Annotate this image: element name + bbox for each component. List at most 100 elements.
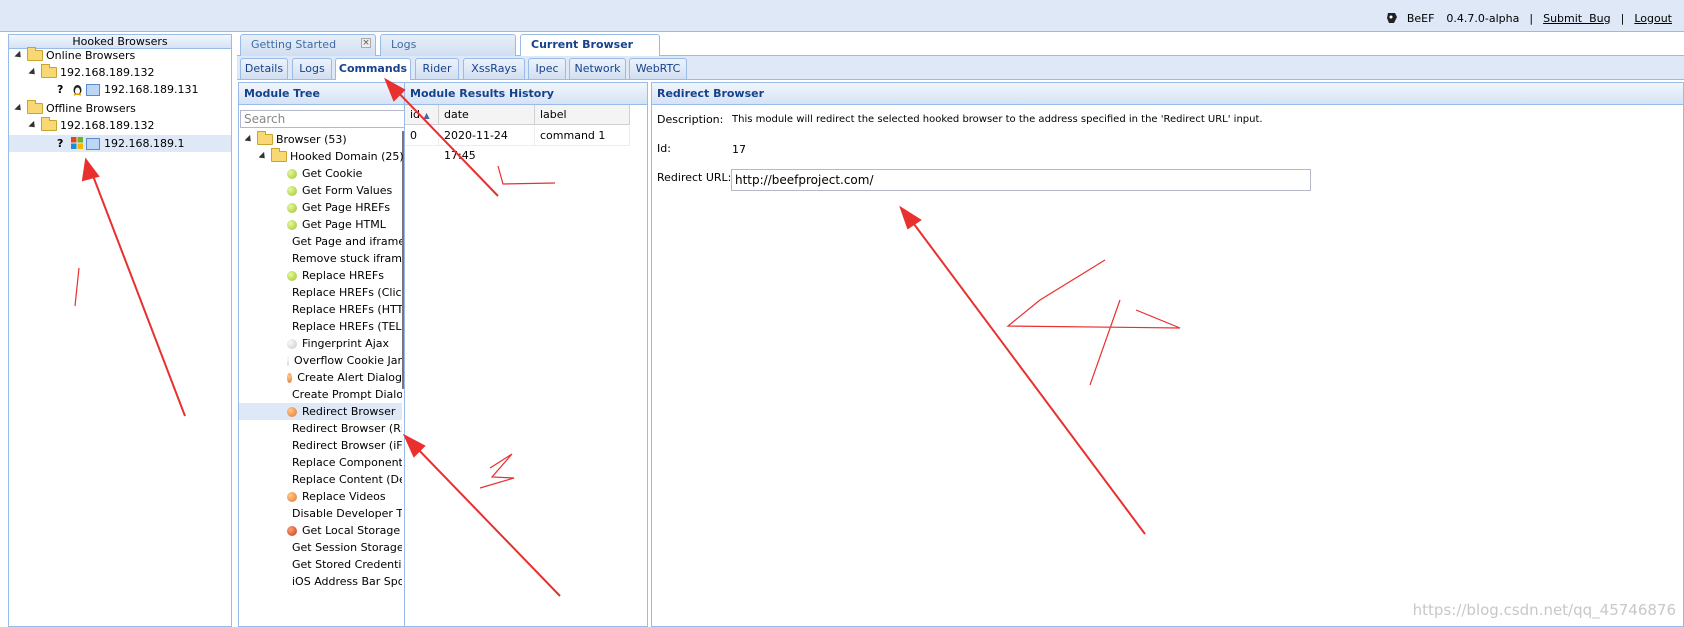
cell-label: command 1 <box>535 126 630 146</box>
status-dot-icon <box>287 491 297 502</box>
module-label: Replace Videos <box>302 490 386 503</box>
module-label: Replace HREFs (Click Events) <box>292 286 402 299</box>
module-label: Create Prompt Dialog <box>292 388 402 401</box>
redirect-url-input[interactable]: http://beefproject.com/ <box>731 169 1311 191</box>
expand-icon[interactable] <box>14 103 24 114</box>
tab-getting-started[interactable]: Getting Started × <box>240 34 376 56</box>
beef-logo-icon <box>1386 13 1397 23</box>
module-item[interactable]: Replace HREFs (TEL) <box>239 318 402 335</box>
tab-rider[interactable]: Rider <box>415 58 459 79</box>
app-version: 0.4.7.0-alpha <box>1446 11 1520 25</box>
folder-icon <box>271 148 287 162</box>
module-item[interactable]: iOS Address Bar Spoofing <box>239 573 402 590</box>
module-label: Redirect Browser (Rickroll) <box>292 422 402 435</box>
module-item[interactable]: Overflow Cookie Jar <box>239 352 402 369</box>
redirect-url-label: Redirect URL: <box>657 171 732 184</box>
module-label: Get Page HREFs <box>302 201 391 214</box>
module-label: Get Form Values <box>302 184 393 197</box>
main-area: Getting Started × Logs Current Browser D… <box>237 34 1684 627</box>
module-item[interactable]: Create Prompt Dialog <box>239 386 402 403</box>
online-browser-item[interactable]: ? 192.168.189.131 <box>57 81 198 98</box>
module-label: Get Session Storage <box>292 541 402 554</box>
module-label: Get Local Storage <box>302 524 401 537</box>
module-item[interactable]: Redirect Browser <box>239 403 402 420</box>
module-item[interactable]: Replace HREFs (HTTPS) <box>239 301 402 318</box>
expand-icon[interactable] <box>28 67 38 78</box>
module-item[interactable]: Get Session Storage <box>239 539 402 556</box>
status-dot-icon <box>287 168 297 179</box>
tab-network[interactable]: Network <box>569 58 626 79</box>
module-label: iOS Address Bar Spoofing <box>292 575 402 588</box>
module-item[interactable]: Disable Developer Tools <box>239 505 402 522</box>
folder-icon <box>41 64 57 78</box>
hooked-domain-node[interactable]: Hooked Domain (25) <box>259 148 404 165</box>
module-label: Replace HREFs <box>302 269 384 282</box>
tab-logs[interactable]: Logs <box>380 34 516 56</box>
module-item[interactable]: Get Stored Credentials <box>239 556 402 573</box>
module-item[interactable]: Redirect Browser (Rickroll) <box>239 420 402 437</box>
browser-node[interactable]: Browser (53) <box>245 131 347 148</box>
logout-link[interactable]: Logout <box>1634 12 1672 25</box>
module-item[interactable]: Get Form Values <box>239 182 402 199</box>
module-item[interactable]: Create Alert Dialog <box>239 369 402 386</box>
module-label: Get Page and iframe HTML <box>292 235 402 248</box>
expand-icon[interactable] <box>14 50 24 61</box>
sub-tab-strip: Details Logs Commands Rider XssRays Ipec… <box>237 56 1684 80</box>
module-label: Remove stuck iframes <box>292 252 402 265</box>
unknown-browser-icon: ? <box>57 83 64 96</box>
status-dot-icon <box>287 355 290 366</box>
module-label: Disable Developer Tools <box>292 507 402 520</box>
submit-bug-link[interactable]: Submit Bug <box>1543 12 1611 25</box>
column-date[interactable]: date <box>439 105 535 125</box>
module-item[interactable]: Replace HREFs <box>239 267 402 284</box>
tab-commands[interactable]: Commands <box>335 58 411 80</box>
offline-host-node[interactable]: 192.168.189.132 <box>28 117 154 134</box>
tab-ipec[interactable]: Ipec <box>528 58 566 79</box>
module-item[interactable]: Get Cookie <box>239 165 402 182</box>
module-item[interactable]: Replace Content (Deface) <box>239 471 402 488</box>
module-item[interactable]: Get Page HREFs <box>239 199 402 216</box>
offline-browsers-node[interactable]: Offline Browsers <box>14 100 136 117</box>
offline-browser-item[interactable]: ? 192.168.189.1 <box>9 135 231 152</box>
module-item[interactable]: Get Local Storage <box>239 522 402 539</box>
tab-webrtc[interactable]: WebRTC <box>629 58 687 79</box>
module-item[interactable]: Redirect Browser (iFrame) <box>239 437 402 454</box>
column-id[interactable]: id ▲ <box>405 105 439 125</box>
table-row[interactable]: 0 2020-11-24 17:45 command 1 <box>405 126 630 162</box>
close-icon[interactable]: × <box>361 38 371 48</box>
module-label: Get Page HTML <box>302 218 386 231</box>
module-search-input[interactable]: Search <box>240 110 416 128</box>
module-item[interactable]: Replace HREFs (Click Events) <box>239 284 402 301</box>
module-label: Redirect Browser <box>302 405 396 418</box>
expand-icon[interactable] <box>28 120 38 131</box>
tab-current-browser[interactable]: Current Browser <box>520 34 660 57</box>
computer-icon <box>86 137 100 150</box>
module-tree-pane: Module Tree Search Browser (53) Hooked D… <box>238 82 416 627</box>
module-item[interactable]: Replace Videos <box>239 488 402 505</box>
module-item[interactable]: Get Page and iframe HTML <box>239 233 402 250</box>
module-label: Replace Content (Deface) <box>292 473 402 486</box>
status-dot-icon <box>287 185 297 196</box>
status-dot-icon <box>287 406 297 417</box>
online-browsers-node[interactable]: Online Browsers <box>14 47 135 64</box>
module-results-pane: Module Results History id ▲ date label 0… <box>404 82 648 627</box>
module-item[interactable]: Get Page HTML <box>239 216 402 233</box>
module-label: Replace HREFs (HTTPS) <box>292 303 402 316</box>
tab-sub-logs[interactable]: Logs <box>292 58 332 79</box>
unknown-browser-icon: ? <box>57 137 64 150</box>
app-name: BeEF <box>1406 11 1435 25</box>
column-label[interactable]: label <box>535 105 630 125</box>
tab-details[interactable]: Details <box>240 58 288 79</box>
status-dot-icon <box>287 219 297 230</box>
id-value: 17 <box>732 143 746 156</box>
module-item[interactable]: Replace Component (Deface) <box>239 454 402 471</box>
cell-date: 2020-11-24 17:45 <box>439 126 535 162</box>
expand-icon[interactable] <box>259 151 268 162</box>
tab-xssrays[interactable]: XssRays <box>463 58 525 79</box>
module-item[interactable]: Remove stuck iframes <box>239 250 402 267</box>
id-label: Id: <box>657 142 671 155</box>
folder-icon <box>27 47 43 61</box>
module-item[interactable]: Fingerprint Ajax <box>239 335 402 352</box>
expand-icon[interactable] <box>245 134 254 145</box>
online-host-node[interactable]: 192.168.189.132 <box>28 64 154 81</box>
